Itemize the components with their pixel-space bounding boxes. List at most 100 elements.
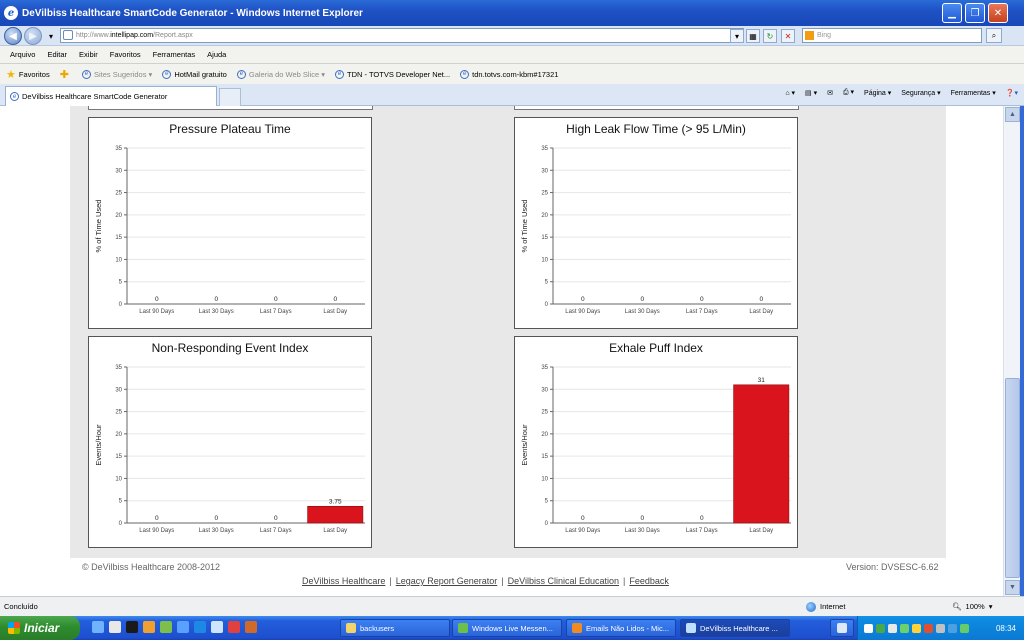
data-label: 3.75 — [329, 498, 342, 505]
title-bar: e DeVilbiss Healthcare SmartCode Generat… — [0, 0, 1024, 26]
x-tick-label: Last Day — [323, 528, 347, 534]
chevron-down-icon: ▾ — [988, 602, 993, 611]
tray-icon[interactable] — [888, 623, 897, 633]
zoom-control[interactable]: 🔍︎ 100% ▾ — [952, 602, 992, 611]
quicklaunch-icon[interactable] — [211, 621, 223, 633]
mail-icon[interactable]: ✉ — [827, 89, 833, 97]
tools-menu[interactable]: Ferramentas ▾ — [951, 89, 996, 97]
x-tick-label: Last Day — [323, 309, 347, 315]
y-tick-label: 35 — [115, 146, 122, 152]
fav-item-label: Sites Sugeridos ▾ — [93, 69, 153, 79]
y-tick-label: 25 — [541, 410, 548, 416]
menu-ferramentas[interactable]: Ferramentas — [153, 50, 196, 59]
favorites-bar: ★ Favoritos ✚ e Sites Sugeridos ▾ e HotMai… — [0, 64, 1024, 84]
tray-icon[interactable] — [912, 623, 921, 633]
minimize-button[interactable]: ▁ — [942, 3, 962, 23]
y-tick-label: 0 — [545, 521, 549, 527]
restore-button[interactable]: ❐ — [965, 3, 985, 23]
taskbar-button-backusers[interactable]: backusers — [340, 619, 450, 637]
y-tick-label: 5 — [545, 499, 549, 505]
search-input[interactable]: Bing — [802, 28, 982, 43]
fav-item-hotmail[interactable]: e HotMail gratuito — [162, 69, 227, 79]
home-icon[interactable]: ⌂ ▾ — [785, 89, 795, 97]
quicklaunch-icon[interactable] — [126, 621, 138, 633]
tray-icon[interactable] — [876, 623, 885, 633]
tray-icon[interactable] — [864, 623, 873, 633]
search-button[interactable]: ⌕ — [986, 28, 1002, 43]
quicklaunch-icon[interactable] — [92, 621, 104, 633]
scroll-up-arrow[interactable]: ▲ — [1005, 107, 1020, 122]
fav-item-tdn[interactable]: e TDN - TOTVS Developer Net... — [335, 69, 450, 79]
fav-item-tdn-kbm[interactable]: e tdn.totvs.com-kbm#17321 — [460, 69, 558, 79]
menu-ajuda[interactable]: Ajuda — [207, 50, 226, 59]
vertical-scrollbar[interactable]: ▲ ▼ — [1003, 106, 1020, 596]
refresh-icon[interactable]: ↻ — [763, 29, 777, 43]
quicklaunch-icon[interactable] — [194, 621, 206, 633]
link-separator: | — [501, 576, 504, 586]
x-tick-label: Last 7 Days — [686, 528, 718, 534]
history-dropdown-icon[interactable]: ▾ — [44, 29, 58, 43]
y-tick-label: 35 — [115, 365, 122, 371]
menu-editar[interactable]: Editar — [47, 50, 67, 59]
add-favorite-button[interactable]: ✚ — [60, 68, 72, 81]
safety-menu[interactable]: Segurança ▾ — [901, 89, 940, 97]
url-input[interactable]: http://www.intellipap.com/Report.aspx — [60, 28, 744, 43]
fav-item-galeria[interactable]: e Galeria do Web Slice ▾ — [236, 69, 325, 79]
taskbar-button-emails[interactable]: Emails Não Lidos - Mic... — [566, 619, 676, 637]
y-tick-label: 25 — [541, 191, 548, 197]
feeds-icon[interactable]: ▤ ▾ — [805, 89, 817, 97]
ie-logo-icon: e — [4, 6, 18, 20]
y-tick-label: 30 — [115, 387, 122, 393]
page-menu[interactable]: Página ▾ — [864, 89, 891, 97]
taskbar-button-messenger[interactable]: Windows Live Messen... — [452, 619, 562, 637]
taskbar-button-devilbiss[interactable]: DeVilbiss Healthcare ... — [680, 619, 790, 637]
data-label: 0 — [155, 296, 159, 303]
scroll-thumb[interactable] — [1005, 378, 1020, 578]
search-placeholder: Bing — [817, 32, 832, 39]
ie-page-icon: e — [10, 92, 19, 101]
favorites-button[interactable]: ★ Favoritos — [6, 68, 50, 81]
quicklaunch-icon[interactable] — [143, 621, 155, 633]
tray-icon[interactable] — [960, 623, 969, 633]
scroll-down-arrow[interactable]: ▼ — [1005, 580, 1020, 595]
close-button[interactable]: ✕ — [988, 3, 1008, 23]
new-tab-button[interactable] — [219, 88, 241, 106]
start-button[interactable]: Iniciar — [0, 616, 80, 640]
show-desktop-button[interactable] — [830, 619, 854, 637]
tray-icon[interactable] — [900, 623, 909, 633]
quicklaunch-icon[interactable] — [228, 621, 240, 633]
print-icon[interactable]: ⎙ ▾ — [843, 88, 854, 97]
page-icon — [63, 30, 73, 40]
menu-arquivo[interactable]: Arquivo — [10, 50, 35, 59]
url-path: /Report.aspx — [153, 32, 193, 39]
compatibility-icon[interactable]: ▦ — [746, 29, 760, 43]
footer-links: DeVilbiss Healthcare | Legacy Report Gene… — [302, 576, 669, 586]
help-icon[interactable]: ❓▾ — [1006, 89, 1018, 97]
security-zone[interactable]: Internet — [806, 601, 845, 612]
quicklaunch-icon[interactable] — [160, 621, 172, 633]
stop-icon[interactable]: ✕ — [781, 29, 795, 43]
back-button[interactable]: ◀ — [4, 27, 22, 45]
x-tick-label: Last 90 Days — [139, 528, 174, 534]
volume-icon[interactable] — [936, 623, 945, 633]
data-label: 31 — [758, 377, 766, 384]
forward-button[interactable]: ▶ — [24, 27, 42, 45]
quicklaunch-icon[interactable] — [245, 621, 257, 633]
url-dropdown-icon[interactable]: ▾ — [730, 29, 744, 43]
data-label: 0 — [640, 515, 644, 522]
tab-smartcode-generator[interactable]: e DeVilbiss Healthcare SmartCode Generat… — [5, 86, 217, 106]
link-devilbiss-healthcare[interactable]: DeVilbiss Healthcare — [302, 576, 385, 586]
ie-page-icon: e — [81, 69, 91, 79]
tray-icon[interactable] — [948, 623, 957, 633]
quicklaunch-icon[interactable] — [177, 621, 189, 633]
y-tick-label: 25 — [115, 410, 122, 416]
link-legacy-report-generator[interactable]: Legacy Report Generator — [396, 576, 498, 586]
link-clinical-education[interactable]: DeVilbiss Clinical Education — [508, 576, 619, 586]
menu-favoritos[interactable]: Favoritos — [110, 50, 141, 59]
menu-exibir[interactable]: Exibir — [79, 50, 98, 59]
ie-page-icon: e — [236, 69, 246, 79]
fav-item-sites-sugeridos[interactable]: e Sites Sugeridos ▾ — [81, 69, 153, 79]
tray-icon[interactable] — [924, 623, 933, 633]
quicklaunch-icon[interactable] — [109, 621, 121, 633]
link-feedback[interactable]: Feedback — [629, 576, 669, 586]
